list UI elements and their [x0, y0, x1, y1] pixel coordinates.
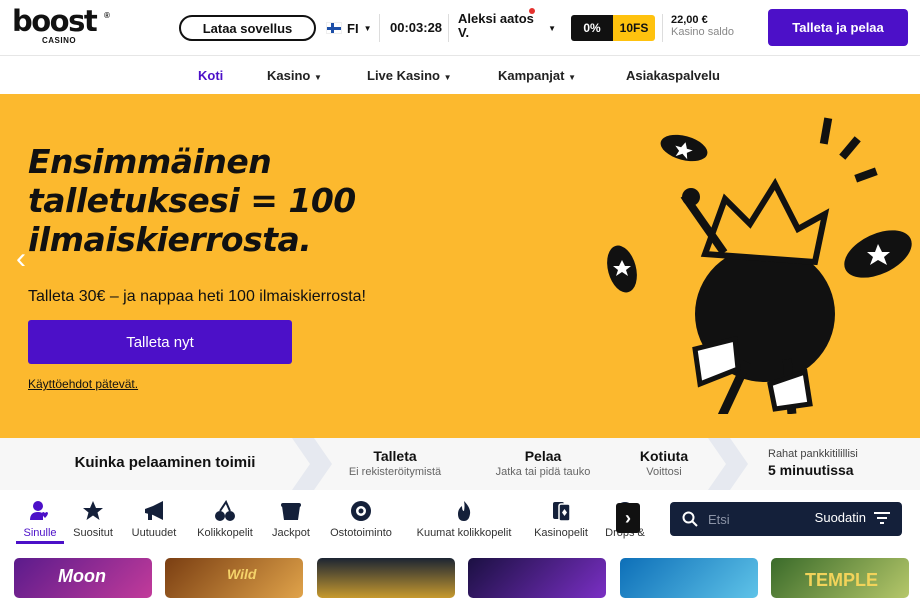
finland-flag-icon: [326, 22, 342, 34]
step-deposit: Talleta Ei rekisteröitymistä: [335, 438, 455, 490]
logo-sub: CASINO: [42, 36, 77, 45]
category-label: Kolikkopelit: [197, 527, 253, 539]
game-tile[interactable]: Wild: [165, 558, 303, 598]
how-it-works-strip: Kuinka pelaaminen toimii Talleta Ei reki…: [0, 438, 920, 490]
nav-label: Kampanjat: [498, 68, 565, 83]
category-label: Kuumat kolikkopelit: [416, 527, 512, 539]
category-label: Uutuudet: [131, 527, 177, 539]
logo[interactable]: boost ® CASINO: [12, 4, 112, 48]
game-grid: Moon Wild TEMPLE: [0, 558, 920, 598]
filter-label: Suodatin: [814, 510, 866, 525]
step-sub: Ei rekisteröitymistä: [348, 466, 442, 478]
logo-mark: ®: [104, 11, 110, 20]
user-menu[interactable]: Aleksi aatos V. ▼: [458, 8, 560, 44]
game-tile[interactable]: [317, 558, 455, 598]
payout-info: Rahat pankkitilillisi 5 minuutissa: [768, 438, 908, 490]
notification-dot: [529, 8, 535, 14]
step-title: Pelaa: [524, 448, 562, 464]
cherries-icon: [215, 500, 235, 521]
game-tile[interactable]: [468, 558, 606, 598]
language-selector[interactable]: FI ▼: [326, 14, 381, 42]
bonus-indicator[interactable]: 0% 10FS: [571, 15, 655, 41]
balance: 22,00 € Kasino saldo: [662, 14, 734, 42]
category-buy-feature[interactable]: Ostotoiminto: [325, 500, 397, 544]
session-timer: 00:03:28: [390, 14, 450, 42]
nav-label: Kasino: [267, 68, 311, 83]
filter-button[interactable]: Suodatin: [815, 510, 890, 525]
game-tile[interactable]: Moon: [14, 558, 152, 598]
chevron-divider-icon: [708, 438, 748, 490]
user-heart-icon: [30, 501, 48, 520]
step-sub: Jatka tai pidä tauko: [495, 466, 591, 478]
category-label: Jackpot: [272, 527, 310, 539]
chevron-down-icon: ▼: [548, 24, 556, 33]
search-input[interactable]: [708, 510, 788, 528]
category-label: Sinulle: [23, 527, 57, 539]
chevron-down-icon: ▼: [313, 73, 322, 82]
chevron-down-icon: ▼: [363, 23, 372, 33]
deposit-now-button[interactable]: Talleta nyt: [28, 320, 292, 364]
filter-icon: [874, 511, 890, 524]
nav-label: Live Kasino: [367, 68, 440, 83]
hero-banner: Ensimmäinen talletuksesi = 100 ilmaiskie…: [0, 94, 920, 438]
mascot-illustration: [607, 117, 912, 414]
main-nav: Koti Kasino ▼ Live Kasino ▼ Kampanjat ▼ …: [0, 56, 920, 94]
nav-item-home[interactable]: Koti: [198, 68, 223, 83]
chevron-divider-icon: [292, 438, 332, 490]
step-intro: Kuinka pelaaminen toimii: [74, 454, 256, 471]
category-for-you[interactable]: Sinulle: [16, 500, 64, 544]
bonus-percent: 0%: [571, 15, 613, 41]
nav-item-support[interactable]: Asiakaspalvelu: [626, 68, 720, 83]
category-hot-slots[interactable]: Kuumat kolikkopelit: [409, 500, 519, 544]
payout-value: 5 minuutissa: [768, 462, 854, 478]
chevron-down-icon: ▼: [568, 73, 577, 82]
game-tile[interactable]: [620, 558, 758, 598]
nav-item-live-casino[interactable]: Live Kasino ▼: [367, 68, 452, 83]
step-sub: Voittosi: [646, 466, 682, 478]
step-play: Pelaa Jatka tai pidä tauko: [483, 438, 603, 490]
hero-subtitle: Talleta 30€ – ja nappaa heti 100 ilmaisk…: [28, 288, 366, 305]
category-scroll-right-icon[interactable]: ›: [616, 503, 640, 533]
game-tile[interactable]: TEMPLE: [771, 558, 909, 598]
search-icon: [682, 511, 698, 527]
category-slots[interactable]: Kolikkopelit: [193, 500, 257, 544]
chevron-down-icon: ▼: [443, 73, 452, 82]
cart-icon: [351, 501, 371, 521]
category-jackpot[interactable]: Jackpot: [268, 500, 314, 544]
game-title: TEMPLE: [805, 570, 879, 590]
logo-word: boost: [12, 4, 98, 38]
cards-icon: [553, 502, 571, 522]
search-bar: Suodatin: [670, 502, 902, 536]
megaphone-icon: [145, 501, 163, 520]
game-title: Moon: [58, 566, 106, 586]
hero-title: Ensimmäinen talletuksesi = 100 ilmaiskie…: [28, 142, 356, 259]
language-code: FI: [347, 20, 359, 36]
game-title: Wild: [227, 566, 257, 582]
category-label: Kasinopelit: [534, 527, 588, 539]
top-bar: boost ® CASINO Lataa sovellus FI ▼ 00:03…: [0, 0, 920, 56]
category-popular[interactable]: Suositut: [70, 500, 116, 544]
category-casino-games[interactable]: Kasinopelit: [530, 500, 592, 544]
download-app-button[interactable]: Lataa sovellus: [179, 15, 316, 41]
deposit-and-play-button[interactable]: Talleta ja pelaa: [768, 9, 908, 46]
category-label: Ostotoiminto: [330, 527, 392, 539]
step-title: Kotiuta: [639, 448, 689, 464]
star-icon: [83, 501, 103, 520]
balance-label: Kasino saldo: [671, 26, 734, 38]
payout-label: Rahat pankkitilillisi: [768, 448, 858, 460]
nav-item-campaigns[interactable]: Kampanjat ▼: [498, 68, 576, 83]
pot-icon: [281, 503, 301, 520]
terms-link[interactable]: Käyttöehdot pätevät.: [28, 377, 138, 391]
category-label: Suositut: [73, 527, 113, 539]
balance-value: 22,00 €: [671, 14, 708, 26]
step-withdraw: Kotiuta Voittosi: [624, 438, 704, 490]
how-it-works-title: Kuinka pelaaminen toimii: [40, 438, 290, 490]
step-title: Talleta: [373, 448, 417, 464]
bonus-free-spins: 10FS: [613, 15, 655, 41]
carousel-prev-icon[interactable]: ‹: [16, 244, 36, 274]
flame-icon: [458, 501, 471, 521]
category-new[interactable]: Uutuudet: [127, 500, 181, 544]
user-name: Aleksi aatos V.: [458, 11, 534, 40]
nav-item-casino[interactable]: Kasino ▼: [267, 68, 322, 83]
